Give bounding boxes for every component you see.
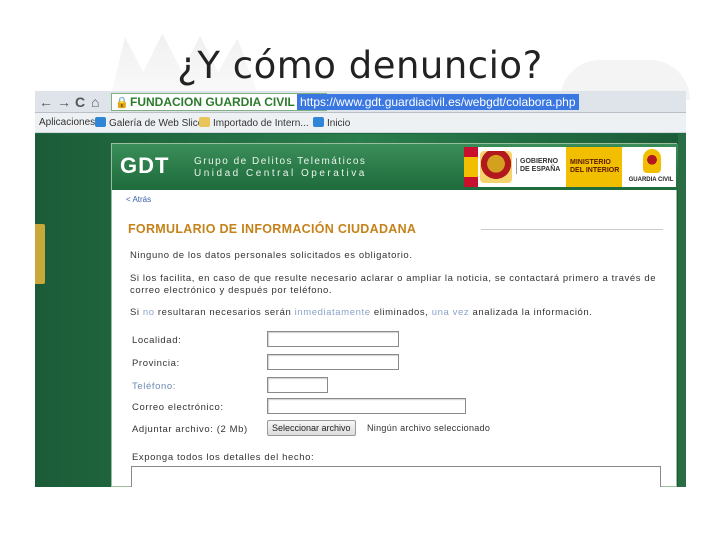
- form-note: Si los facilita, en caso de que resulte …: [130, 273, 657, 296]
- side-emblem: [35, 224, 45, 284]
- note-text: no: [142, 307, 155, 318]
- bookmark-inicio[interactable]: Inicio: [313, 117, 350, 130]
- note-text: Si: [130, 307, 143, 318]
- note-text: inmediatamente: [294, 307, 371, 318]
- ssl-identity-badge[interactable]: 🔒 FUNDACION GUARDIA CIVIL [ES]: [111, 93, 327, 111]
- reload-icon[interactable]: C: [75, 93, 85, 111]
- province-label: Provincia:: [132, 358, 180, 369]
- lock-icon: 🔒: [115, 97, 129, 109]
- guardia-civil-label: GUARDIA CIVIL: [628, 177, 674, 183]
- select-file-button[interactable]: Seleccionar archivo: [267, 420, 356, 436]
- ministry-label-line: MINISTERIO: [570, 159, 611, 166]
- guardia-civil-logo: GUARDIA CIVIL: [626, 147, 676, 187]
- ministry-label: MINISTERIO DEL INTERIOR: [566, 147, 622, 187]
- back-arrow-icon[interactable]: ←: [39, 93, 53, 111]
- guardia-civil-crest-icon: [643, 149, 661, 173]
- site-header: GDT Grupo de Delitos Telemáticos Unidad …: [112, 144, 678, 190]
- note-text: analizada la información.: [469, 307, 593, 318]
- ssl-label: FUNDACION GUARDIA CIVIL [ES]: [130, 95, 322, 109]
- url-field[interactable]: https://www.gdt.guardiacivil.es/webgdt/c…: [297, 94, 579, 110]
- browser-screenshot: ← → C ⌂ 🔒 FUNDACION GUARDIA CIVIL [ES] h…: [35, 91, 686, 487]
- page-scrollbar[interactable]: [678, 134, 686, 487]
- back-link[interactable]: < Atrás: [126, 195, 151, 204]
- file-status: Ningún archivo seleccionado: [367, 423, 491, 433]
- email-input[interactable]: [267, 398, 466, 414]
- attach-label: Adjuntar archivo: (2 Mb): [132, 424, 248, 435]
- bookmark-label: Importado de Intern...: [213, 118, 309, 129]
- form-note: Ninguno de los datos personales solicita…: [130, 250, 413, 261]
- spain-flag-icon: [464, 147, 478, 187]
- coat-of-arms-icon: [480, 151, 512, 183]
- ministry-label-line: DEL INTERIOR: [570, 167, 620, 174]
- title-divider: [481, 229, 663, 230]
- ie-icon: [95, 117, 106, 127]
- details-textarea[interactable]: [131, 466, 661, 487]
- phone-input[interactable]: [267, 377, 328, 393]
- bookmark-apps[interactable]: Aplicaciones: [39, 117, 95, 129]
- site-subtagline: Unidad Central Operativa: [194, 168, 367, 179]
- address-bar: ← → C ⌂ 🔒 FUNDACION GUARDIA CIVIL [ES] h…: [35, 91, 686, 113]
- province-input[interactable]: [267, 354, 399, 370]
- government-logos: GOBIERNO DE ESPAÑA MINISTERIO DEL INTERI…: [464, 147, 676, 187]
- phone-label: Teléfono:: [132, 381, 176, 392]
- bookmark-web-slice[interactable]: Galería de Web Slice: [95, 117, 203, 130]
- gdt-logo: GDT: [120, 153, 170, 178]
- government-label: GOBIERNO DE ESPAÑA: [516, 158, 560, 174]
- forward-arrow-icon[interactable]: →: [57, 93, 71, 111]
- form-title: FORMULARIO DE INFORMACIÓN CIUDADANA: [128, 222, 417, 236]
- locality-input[interactable]: [267, 331, 399, 347]
- bookmark-label: Aplicaciones: [39, 117, 96, 128]
- note-text: resultaran necesarios serán: [154, 307, 295, 318]
- home-icon[interactable]: ⌂: [91, 93, 99, 111]
- ie-icon: [313, 117, 324, 127]
- bookmark-label: Inicio: [327, 118, 351, 129]
- government-label-line: DE ESPAÑA: [520, 166, 561, 173]
- bookmark-label: Galería de Web Slice: [109, 118, 204, 129]
- locality-label: Localidad:: [132, 335, 182, 346]
- folder-icon: [199, 117, 210, 127]
- government-label-line: GOBIERNO: [520, 158, 559, 165]
- note-text: una vez: [431, 307, 470, 318]
- bookmark-imported[interactable]: Importado de Intern...: [199, 117, 309, 130]
- slide-title: ¿Y cómo denuncio?: [177, 44, 543, 87]
- form-page: GDT Grupo de Delitos Telemáticos Unidad …: [111, 143, 678, 487]
- site-tagline: Grupo de Delitos Telemáticos: [194, 156, 367, 167]
- bookmarks-bar: Aplicaciones Galería de Web Slice Import…: [35, 113, 686, 133]
- form-note: Si no resultaran necesarios serán inmedi…: [130, 307, 670, 319]
- email-label: Correo electrónico:: [132, 402, 224, 413]
- details-label: Exponga todos los detalles del hecho:: [132, 452, 315, 463]
- note-text: eliminados,: [370, 307, 432, 318]
